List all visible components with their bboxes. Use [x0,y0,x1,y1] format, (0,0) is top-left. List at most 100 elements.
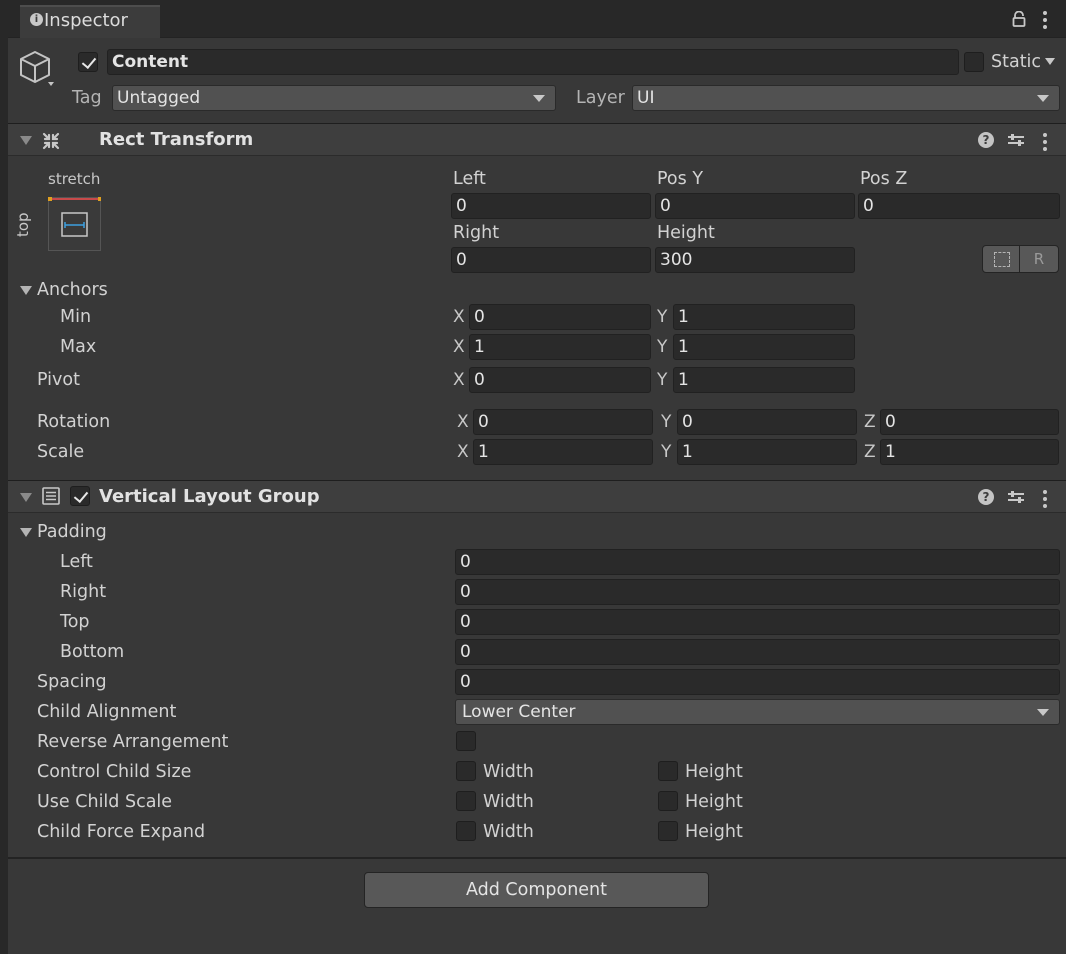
spacing-label: Spacing [37,672,107,692]
gameobject-active-toggle[interactable] [78,52,98,72]
padding-bottom-label: Bottom [60,642,125,662]
axis-y-label: Y [657,337,668,357]
padding-left-field[interactable]: 0 [455,549,1060,575]
anchor-min-y-field[interactable]: 1 [673,304,855,330]
gameobject-cube-icon [18,48,58,92]
foldout-arrow-icon[interactable] [20,493,32,502]
static-dropdown-arrow-icon[interactable] [1045,58,1055,65]
spacing-field[interactable]: 0 [455,669,1060,695]
padding-label[interactable]: Padding [37,521,107,543]
chevron-down-icon [533,95,545,102]
scale-z-field[interactable]: 1 [880,439,1059,465]
divider [8,857,1066,859]
axis-z-label: Z [864,442,876,462]
inspector-tab-bar: i Inspector [8,0,1066,38]
control-child-size-label: Control Child Size [37,762,192,782]
right-label: Right [453,223,500,243]
reverse-arrangement-toggle[interactable] [456,731,476,751]
child-force-expand-label: Child Force Expand [37,822,206,842]
axis-y-label: Y [657,307,668,327]
posy-field[interactable]: 0 [655,193,855,219]
anchors-label[interactable]: Anchors [37,279,108,301]
axis-y-label: Y [661,412,672,432]
lock-icon[interactable] [1012,10,1026,27]
padding-top-field[interactable]: 0 [455,609,1060,635]
child-force-expand-height-toggle[interactable] [658,821,678,841]
width-label: Width [483,762,534,782]
blueprint-mode-button[interactable] [982,245,1020,273]
kebab-menu-icon[interactable] [1043,11,1047,32]
axis-x-label: X [453,307,465,327]
gameobject-name-field[interactable]: Content [107,49,959,75]
anchor-preset-vertical-label: top [14,212,32,237]
layer-dropdown[interactable]: UI [632,85,1060,111]
axis-y-label: Y [657,370,668,390]
layer-value: UI [637,88,655,108]
anchor-max-x-field[interactable]: 1 [469,334,651,360]
rotation-x-field[interactable]: 0 [473,409,653,435]
chevron-down-icon [1037,95,1049,102]
scale-label: Scale [37,442,85,462]
blueprint-mode-icon [994,252,1010,267]
scale-x-field[interactable]: 1 [473,439,653,465]
rotation-z-field[interactable]: 0 [880,409,1059,435]
height-field[interactable]: 300 [655,247,855,273]
child-force-expand-width-toggle[interactable] [456,821,476,841]
rotation-label: Rotation [37,412,111,432]
scale-y-field[interactable]: 1 [677,439,857,465]
left-field[interactable]: 0 [451,193,651,219]
use-child-scale-height-toggle[interactable] [658,791,678,811]
reverse-arrangement-label: Reverse Arrangement [37,732,229,752]
raw-edit-button[interactable]: R [1019,245,1059,273]
anchor-max-y-field[interactable]: 1 [673,334,855,360]
use-child-scale-width-toggle[interactable] [456,791,476,811]
tab-inspector[interactable]: i Inspector [20,5,160,38]
add-component-label: Add Component [465,880,608,900]
padding-foldout-icon[interactable] [20,528,32,537]
kebab-menu-icon[interactable] [1043,490,1047,511]
tab-title: Inspector [44,10,128,31]
vertical-layout-group-header[interactable]: Vertical Layout Group ? [8,480,1066,513]
child-alignment-dropdown[interactable]: Lower Center [455,699,1060,725]
axis-x-label: X [457,412,469,432]
presets-icon[interactable] [1007,132,1025,148]
axis-y-label: Y [661,442,672,462]
anchor-preset-button[interactable] [48,197,101,251]
height-label: Height [685,792,743,812]
tag-dropdown[interactable]: Untagged [112,85,556,111]
axis-z-label: Z [864,412,876,432]
padding-bottom-field[interactable]: 0 [455,639,1060,665]
rect-transform-icon [41,131,61,151]
right-field[interactable]: 0 [451,247,651,273]
pivot-y-field[interactable]: 1 [673,367,855,393]
control-child-size-width-toggle[interactable] [456,761,476,781]
component-enabled-toggle[interactable] [70,486,90,506]
control-child-size-height-toggle[interactable] [658,761,678,781]
chevron-down-icon [1037,709,1049,716]
rotation-y-field[interactable]: 0 [677,409,857,435]
padding-right-field[interactable]: 0 [455,579,1060,605]
height-label: Height [685,762,743,782]
pivot-label: Pivot [37,370,80,390]
kebab-menu-icon[interactable] [1043,133,1047,154]
anchor-preset-horizontal-label: stretch [48,170,101,188]
help-icon[interactable]: ? [978,489,994,505]
help-icon[interactable]: ? [978,132,994,148]
posz-field[interactable]: 0 [858,193,1060,219]
static-label[interactable]: Static [991,51,1041,73]
static-toggle[interactable] [964,52,984,72]
child-alignment-label: Child Alignment [37,702,177,722]
posz-label: Pos Z [860,169,908,189]
vertical-layout-icon [42,487,60,505]
anchors-foldout-icon[interactable] [20,286,32,295]
presets-icon[interactable] [1007,489,1025,505]
foldout-arrow-icon[interactable] [20,136,32,145]
anchor-min-x-field[interactable]: 0 [469,304,651,330]
axis-x-label: X [453,370,465,390]
left-label: Left [453,169,486,189]
rect-transform-header[interactable]: Rect Transform ? [8,123,1066,156]
axis-x-label: X [453,337,465,357]
tag-value: Untagged [117,88,201,108]
pivot-x-field[interactable]: 0 [469,367,651,393]
add-component-button[interactable]: Add Component [364,872,709,908]
